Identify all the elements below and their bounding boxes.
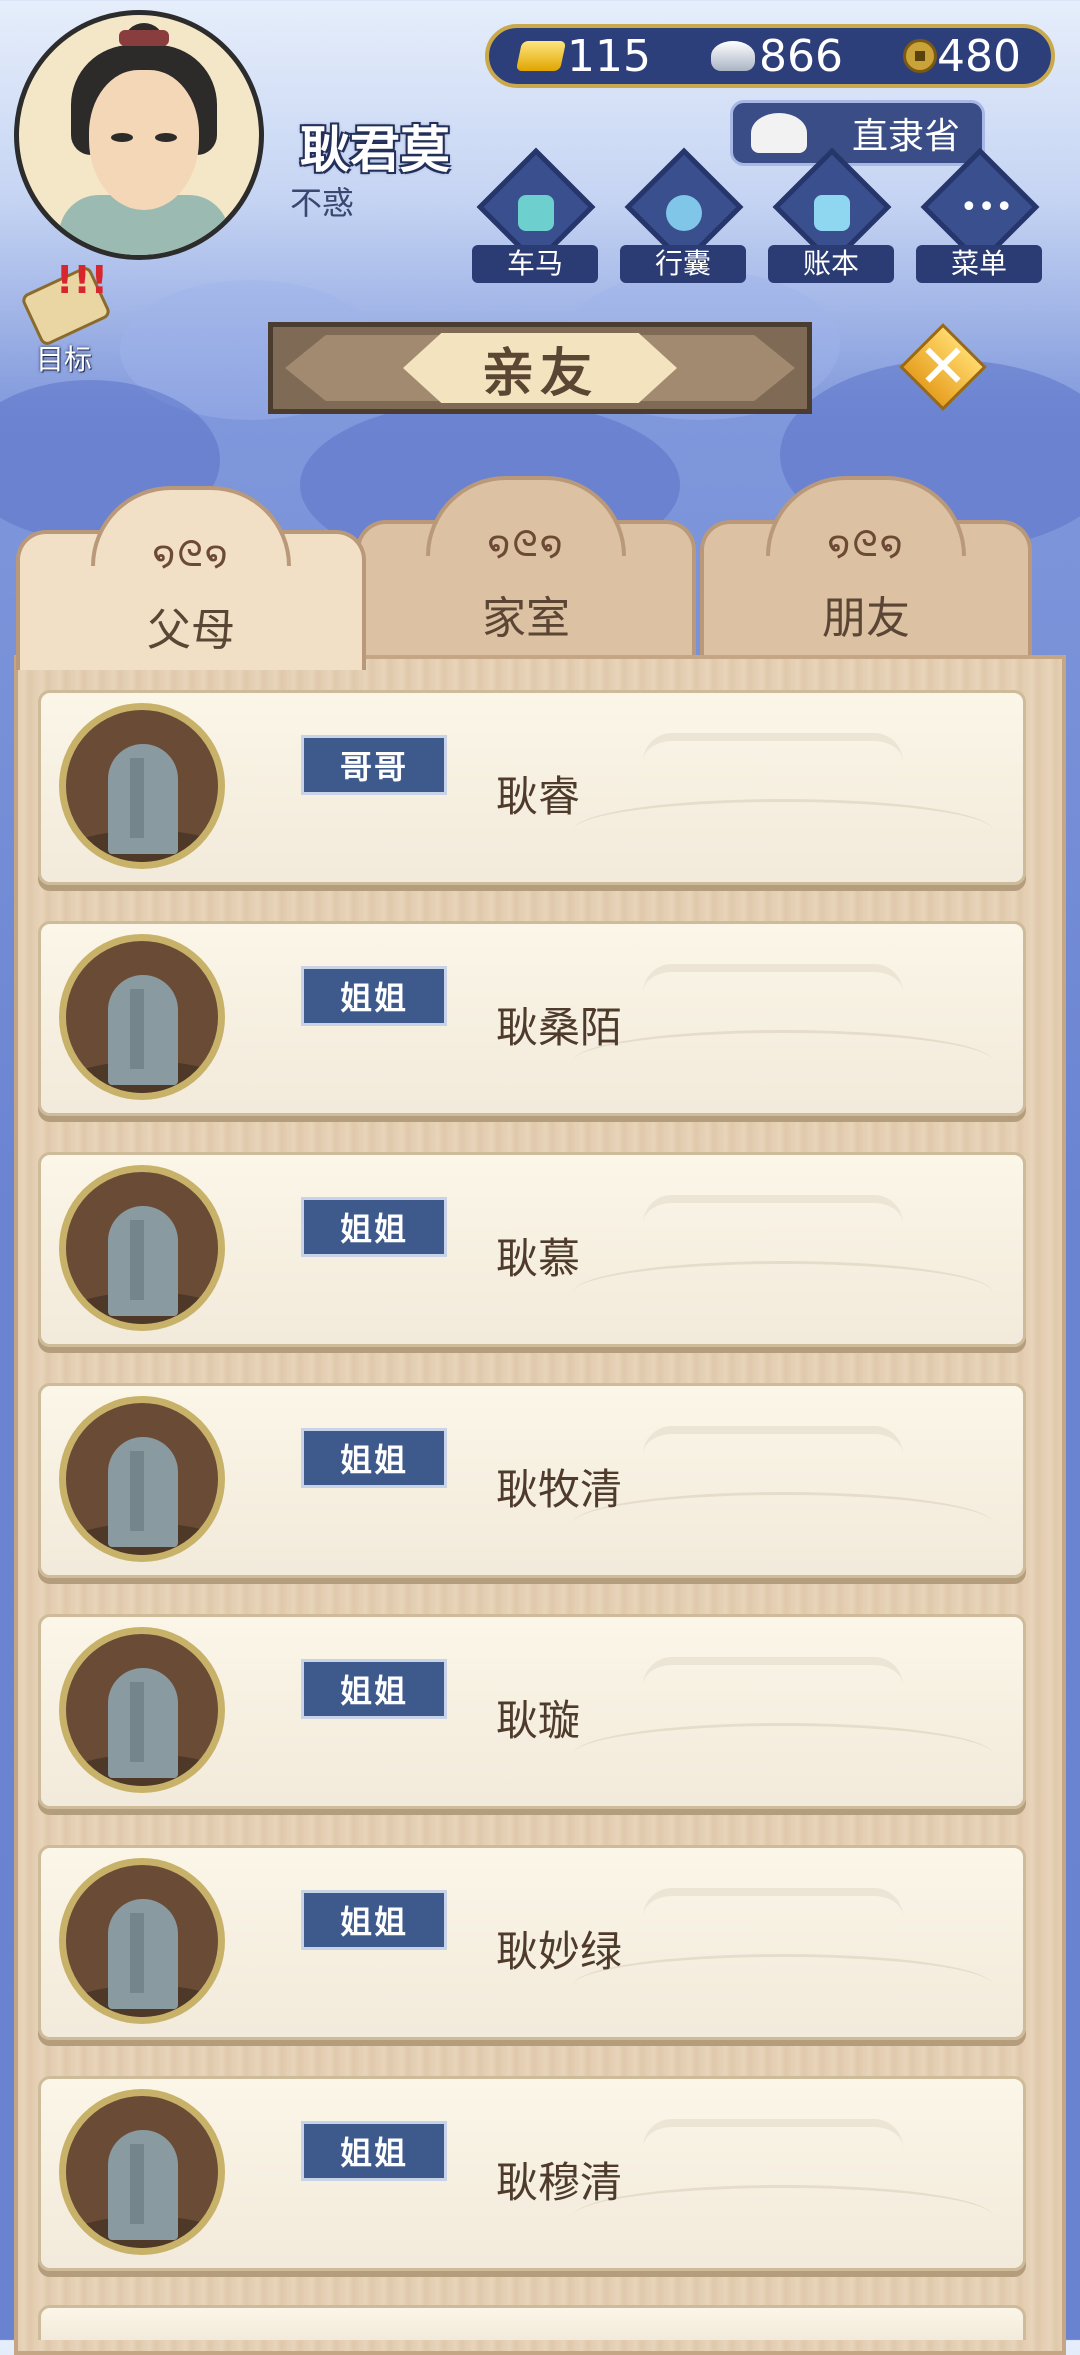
relation-badge: 姐姐 bbox=[301, 1890, 447, 1950]
member-name: 耿妙绿 bbox=[496, 1927, 623, 1976]
page-title-banner: 亲友 bbox=[268, 322, 812, 414]
silver-amount: 866 bbox=[759, 30, 843, 82]
close-button[interactable]: ✕ bbox=[898, 322, 988, 412]
relation-badge: 姐姐 bbox=[301, 1428, 447, 1488]
gold-ingot-icon bbox=[515, 41, 567, 71]
tab-friends[interactable]: ໑ᘓ໑ 朋友 bbox=[700, 476, 1032, 656]
avatar-eye-right bbox=[155, 133, 177, 142]
gold-counter: 115 bbox=[515, 30, 651, 82]
province-label: 直隶省 bbox=[851, 116, 960, 157]
menu-dots-icon: ••• bbox=[960, 190, 1014, 225]
coin-amount: 480 bbox=[937, 30, 1021, 82]
coin-counter: 480 bbox=[903, 31, 1021, 82]
row-decoration bbox=[643, 1195, 903, 1253]
cloud-swirl-icon: ໑ᘓ໑ bbox=[827, 524, 905, 565]
gold-amount: 115 bbox=[567, 30, 651, 82]
relation-badge: 哥哥 bbox=[301, 735, 447, 795]
avatar-face bbox=[89, 70, 199, 210]
nav-menu-button[interactable]: ••• 菜单 bbox=[916, 147, 1042, 285]
list-item[interactable]: 姐姐 耿穆清 bbox=[38, 2076, 1026, 2271]
tab-friends-label: 朋友 bbox=[822, 593, 910, 644]
silver-counter: 866 bbox=[711, 31, 843, 82]
row-decoration bbox=[573, 799, 993, 862]
cloud-swirl-icon: ໑ᘓ໑ bbox=[152, 534, 230, 575]
row-decoration bbox=[573, 2185, 993, 2248]
alert-icon: !!! bbox=[56, 258, 108, 302]
row-decoration bbox=[643, 1888, 903, 1946]
page-title: 亲友 bbox=[403, 333, 677, 403]
tab-parents[interactable]: ໑ᘓ໑ 父母 bbox=[16, 486, 366, 670]
relation-badge: 姐姐 bbox=[301, 1659, 447, 1719]
avatar-headband bbox=[119, 30, 169, 46]
member-name: 耿桑陌 bbox=[496, 1003, 623, 1052]
member-name: 耿睿 bbox=[496, 772, 581, 821]
close-icon: ✕ bbox=[917, 332, 969, 402]
tombstone-portrait-icon bbox=[59, 2089, 225, 2255]
player-avatar[interactable] bbox=[14, 10, 264, 260]
row-decoration bbox=[573, 1261, 993, 1324]
list-item-partial[interactable] bbox=[38, 2305, 1026, 2340]
copper-coin-icon bbox=[903, 39, 937, 73]
tombstone-portrait-icon bbox=[59, 703, 225, 869]
province-button[interactable]: 直隶省 bbox=[730, 100, 985, 166]
avatar-eye-left bbox=[111, 133, 133, 142]
tombstone-portrait-icon bbox=[59, 1627, 225, 1793]
row-decoration bbox=[573, 1030, 993, 1093]
list-item[interactable]: 姐姐 耿慕 bbox=[38, 1152, 1026, 1347]
tab-household[interactable]: ໑ᘓ໑ 家室 bbox=[356, 476, 696, 656]
list-item[interactable]: 姐姐 耿璇 bbox=[38, 1614, 1026, 1809]
relation-badge: 姐姐 bbox=[301, 966, 447, 1026]
ledger-icon bbox=[814, 195, 850, 231]
silver-ingot-icon bbox=[711, 41, 755, 71]
relation-badge: 姐姐 bbox=[301, 2121, 447, 2181]
row-decoration bbox=[643, 2119, 903, 2177]
tombstone-portrait-icon bbox=[59, 1396, 225, 1562]
nav-menu-label: 菜单 bbox=[916, 245, 1042, 283]
tab-parents-label: 父母 bbox=[147, 605, 235, 656]
list-item[interactable]: 姐姐 耿妙绿 bbox=[38, 1845, 1026, 2040]
member-name: 耿牧清 bbox=[496, 1465, 623, 1514]
list-item[interactable]: 哥哥 耿睿 bbox=[38, 690, 1026, 885]
row-decoration bbox=[573, 1954, 993, 2017]
carriage-icon bbox=[518, 195, 554, 231]
player-name: 耿君莫 bbox=[300, 121, 450, 179]
official-hat-icon bbox=[751, 113, 807, 153]
row-decoration bbox=[573, 1723, 993, 1786]
nav-ledger-button[interactable]: 账本 bbox=[768, 147, 894, 285]
row-decoration bbox=[643, 964, 903, 1022]
member-name: 耿璇 bbox=[496, 1696, 581, 1745]
nav-bag-button[interactable]: 行囊 bbox=[620, 147, 746, 285]
member-name: 耿穆清 bbox=[496, 2158, 623, 2207]
nav-bag-label: 行囊 bbox=[620, 245, 746, 283]
bag-icon bbox=[666, 195, 702, 231]
row-decoration bbox=[643, 733, 903, 791]
nav-ledger-label: 账本 bbox=[768, 245, 894, 283]
tombstone-portrait-icon bbox=[59, 934, 225, 1100]
tombstone-portrait-icon bbox=[59, 1858, 225, 2024]
row-decoration bbox=[643, 1426, 903, 1484]
relation-badge: 姐姐 bbox=[301, 1197, 447, 1257]
row-decoration bbox=[573, 1492, 993, 1555]
list-item[interactable]: 姐姐 耿牧清 bbox=[38, 1383, 1026, 1578]
nav-carriage-label: 车马 bbox=[472, 245, 598, 283]
member-name: 耿慕 bbox=[496, 1234, 581, 1283]
row-decoration bbox=[643, 1657, 903, 1715]
nav-carriage-button[interactable]: 车马 bbox=[472, 147, 598, 285]
currency-bar: 115 866 480 bbox=[485, 24, 1055, 88]
cloud-swirl-icon: ໑ᘓ໑ bbox=[487, 524, 565, 565]
list-item[interactable]: 姐姐 耿桑陌 bbox=[38, 921, 1026, 1116]
goal-label: 目标 bbox=[35, 343, 92, 376]
tombstone-portrait-icon bbox=[59, 1165, 225, 1331]
tab-household-label: 家室 bbox=[482, 593, 570, 644]
player-age-title: 不惑 bbox=[290, 184, 355, 222]
goal-button[interactable]: !!! 目标 bbox=[18, 258, 113, 376]
